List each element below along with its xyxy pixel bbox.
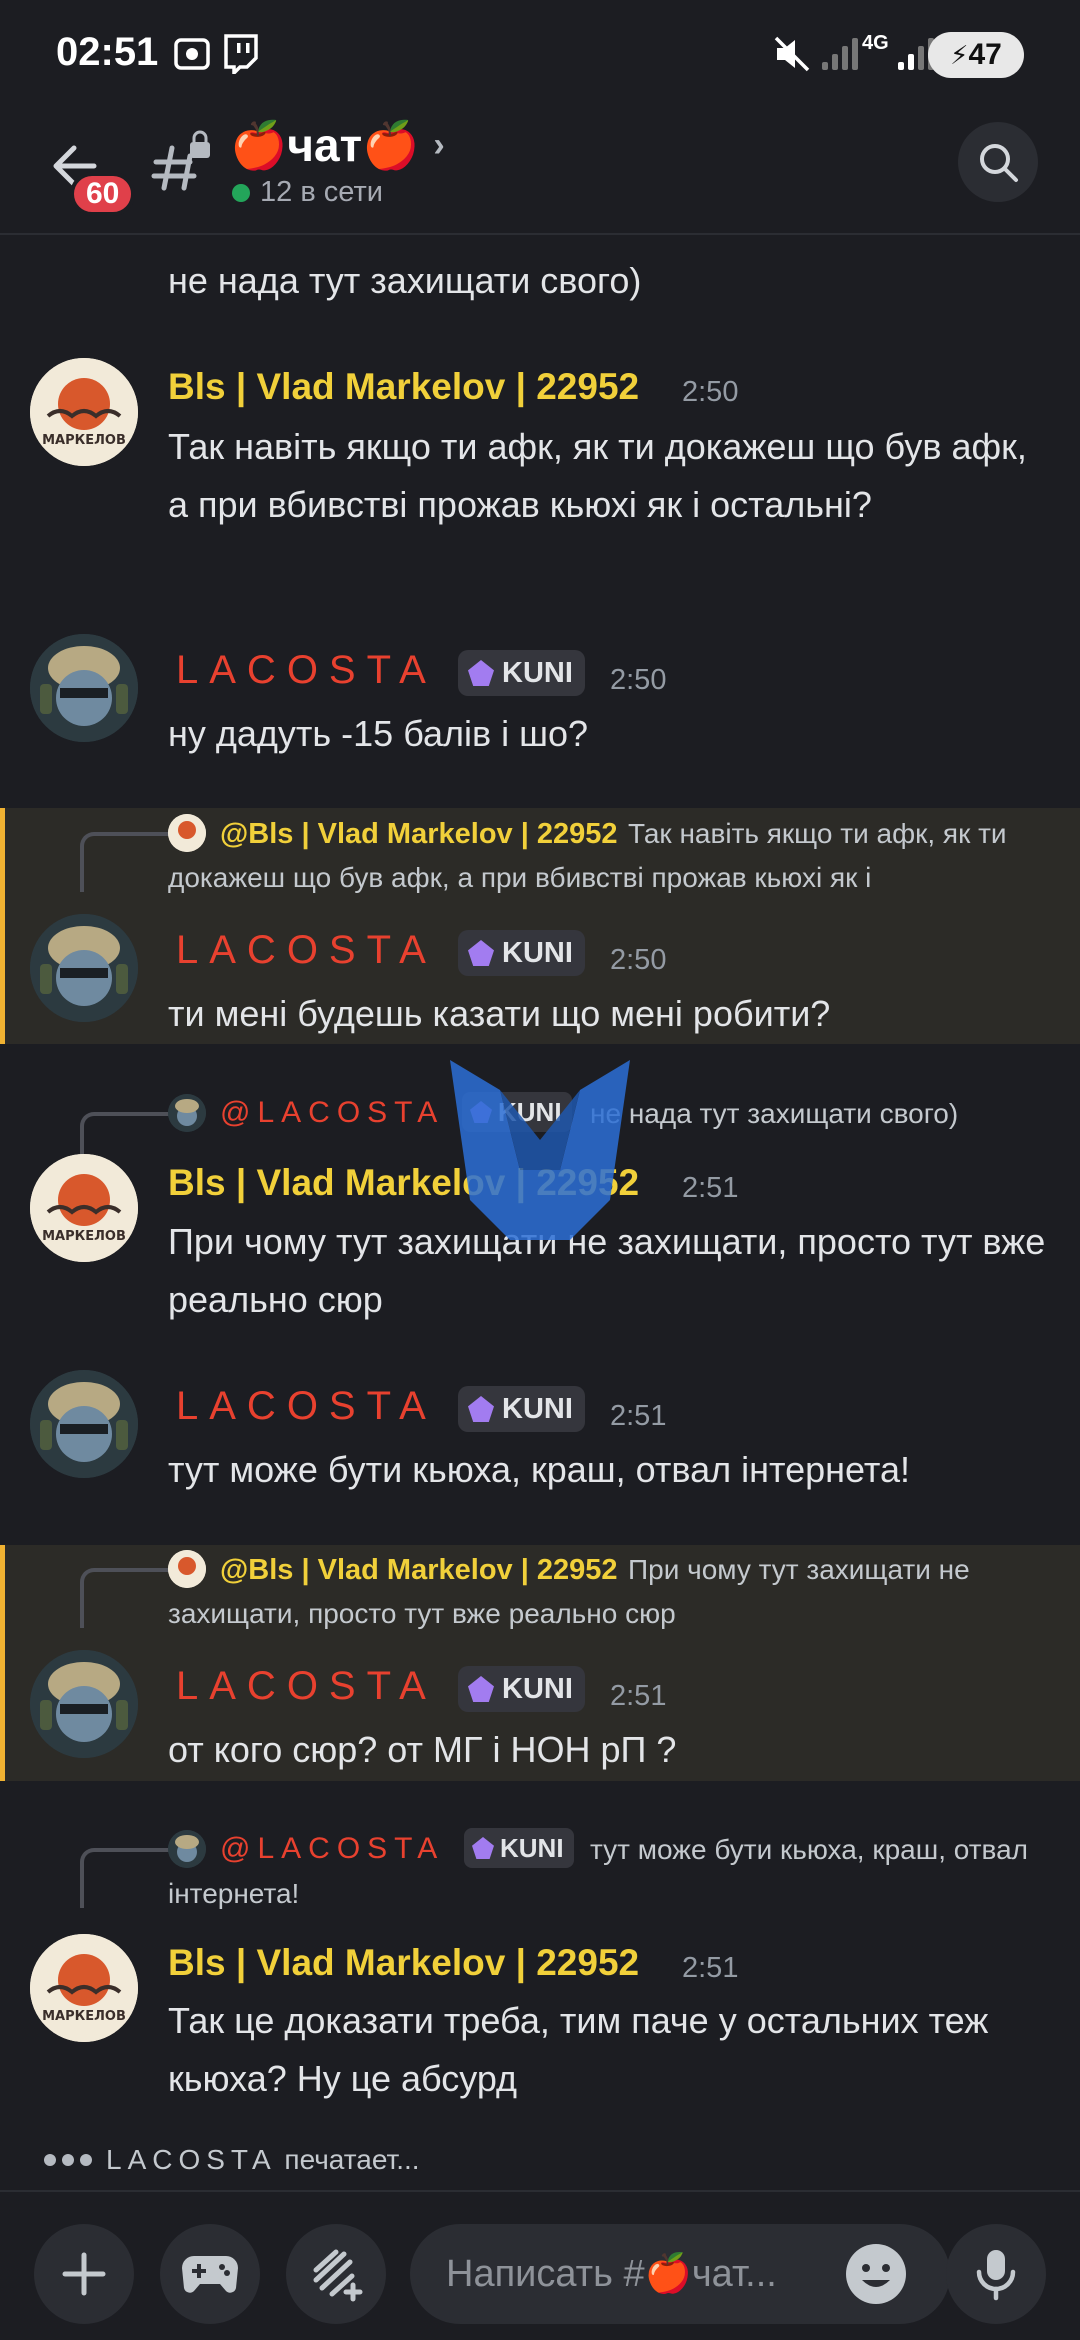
reply-preview[interactable]: не нада тут захищати свого) <box>590 1092 1050 1136</box>
network-type: 4G <box>862 32 889 54</box>
watermark-logo-icon <box>440 1050 640 1250</box>
message-text: не нада тут захищати свого) <box>168 260 642 301</box>
role-tag: KUNI <box>458 930 585 976</box>
avatar[interactable]: МАРКЕЛОВ <box>30 358 138 466</box>
unread-badge: 60 <box>70 172 136 216</box>
timestamp: 2:51 <box>610 1680 667 1712</box>
gem-icon <box>468 660 494 686</box>
online-count: 12 в сети <box>260 176 383 208</box>
microphone-icon <box>976 2250 1016 2301</box>
avatar[interactable]: МАРКЕЛОВ <box>30 1934 138 2042</box>
message-text: тут може бути кьюха, краш, отвал інтерне… <box>168 1449 910 1490</box>
emoji-button[interactable] <box>838 2236 914 2312</box>
username[interactable]: LACOSTA <box>176 1384 437 1429</box>
status-bar: 02:51 4G ⚡ 47 <box>0 0 1080 110</box>
channel-name: 🍎чат🍎 <box>230 119 420 171</box>
channel-hash-lock-icon <box>150 130 214 194</box>
message-text: Так навіть якщо ти афк, як ти докажеш що… <box>168 426 1027 525</box>
plus-icon <box>62 2252 106 2296</box>
svg-text:МАРКЕЛОВ: МАРКЕЛОВ <box>42 433 126 448</box>
role-tag: KUNI <box>458 650 585 696</box>
message-text: Так це доказати треба, тим паче у осталь… <box>168 2000 989 2099</box>
reply-preview[interactable]: Так навіть якщо ти афк, як ти докажеш що… <box>168 812 1048 900</box>
avatar[interactable] <box>30 1650 138 1758</box>
screenshot-icon <box>172 34 212 83</box>
svg-text:МАРКЕЛОВ: МАРКЕЛОВ <box>42 1229 126 1244</box>
add-attachment-button[interactable] <box>34 2224 134 2324</box>
timestamp: 2:51 <box>682 1952 739 1984</box>
gem-icon <box>468 1396 494 1422</box>
username[interactable]: LACOSTA <box>176 648 437 693</box>
gamepad-icon <box>182 2256 238 2293</box>
status-time: 02:51 <box>56 30 159 74</box>
role-tag-label: KUNI <box>502 1392 573 1425</box>
role-tag: KUNI <box>458 1386 585 1432</box>
channel-title[interactable]: 🍎чат🍎 › <box>230 118 445 173</box>
emoji-icon <box>846 2244 906 2304</box>
avatar[interactable] <box>30 1370 138 1478</box>
timestamp: 2:50 <box>682 376 739 408</box>
battery-indicator: ⚡ 47 <box>928 32 1024 78</box>
typing-indicator: LACOSTA печатает... <box>44 2144 420 2176</box>
typing-dots-icon <box>44 2154 92 2166</box>
activities-button[interactable] <box>160 2224 260 2324</box>
twitch-icon <box>222 34 258 83</box>
role-tag-label: KUNI <box>502 936 573 969</box>
online-dot <box>232 183 250 202</box>
mute-icon <box>772 34 812 83</box>
reply-avatar <box>168 1094 206 1132</box>
mention-bar <box>0 1545 5 1781</box>
chevron-right-icon: › <box>433 126 445 164</box>
reply-connector <box>80 832 170 892</box>
typing-user: LACOSTA <box>106 2144 277 2175</box>
reply-author[interactable]: @LACOSTA <box>220 1096 444 1130</box>
gem-icon <box>468 1676 494 1702</box>
gem-icon <box>468 940 494 966</box>
search-button[interactable] <box>958 122 1038 202</box>
voice-message-button[interactable] <box>946 2224 1046 2324</box>
username[interactable]: Bls | Vlad Markelov | 22952 <box>168 366 639 408</box>
timestamp: 2:50 <box>610 944 667 976</box>
apps-icon <box>313 2249 363 2302</box>
message-input-placeholder: Написать #🍎чат... <box>446 2253 777 2295</box>
mention-bar <box>0 808 5 1044</box>
avatar[interactable]: МАРКЕЛОВ <box>30 1154 138 1262</box>
channel-header: 60 🍎чат🍎 › 12 в сети <box>0 110 1080 235</box>
avatar[interactable] <box>30 914 138 1022</box>
search-icon <box>980 144 1018 182</box>
reply-connector <box>80 1848 170 1908</box>
role-tag: KUNI <box>458 1666 585 1712</box>
apps-button[interactable] <box>286 2224 386 2324</box>
signal-icon <box>822 36 858 70</box>
timestamp: 2:51 <box>610 1400 667 1432</box>
role-tag-label: KUNI <box>502 1672 573 1705</box>
battery-level: 47 <box>968 38 1002 71</box>
avatar[interactable] <box>30 634 138 742</box>
reply-connector <box>80 1568 170 1628</box>
message-composer: Написать #🍎чат... <box>0 2190 1080 2340</box>
timestamp: 2:51 <box>682 1172 739 1204</box>
username[interactable]: Bls | Vlad Markelov | 22952 <box>168 1942 639 1984</box>
reply-preview[interactable]: тут може бути кьюха, краш, отвал інтерне… <box>168 1828 1048 1916</box>
username[interactable]: LACOSTA <box>176 1664 437 1709</box>
timestamp: 2:50 <box>610 664 667 696</box>
message-text: ну дадуть -15 балів і шо? <box>168 713 589 754</box>
svg-text:МАРКЕЛОВ: МАРКЕЛОВ <box>42 2009 126 2024</box>
typing-label: печатает... <box>284 2144 420 2175</box>
message-text: ти мені будешь казати що мені робити? <box>168 993 831 1034</box>
role-tag-label: KUNI <box>502 656 573 689</box>
charging-icon: ⚡ <box>950 39 969 70</box>
online-status: 12 в сети <box>232 176 383 209</box>
message-text: от кого сюр? от МГ і НОН рП ? <box>168 1729 677 1770</box>
username[interactable]: LACOSTA <box>176 928 437 973</box>
reply-preview[interactable]: При чому тут захищати не захищати, прост… <box>168 1548 1048 1636</box>
